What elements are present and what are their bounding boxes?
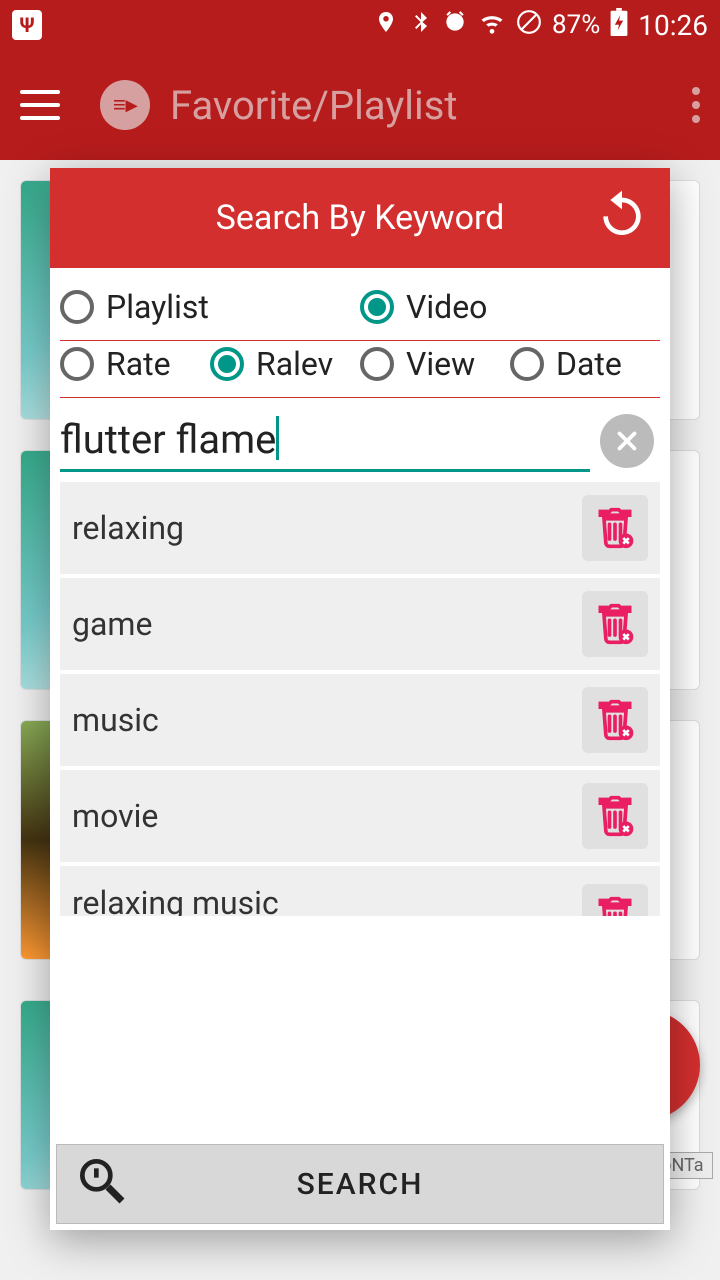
delete-icon[interactable]	[582, 591, 648, 657]
radio-label: Date	[556, 345, 622, 383]
history-item[interactable]: relaxing	[60, 482, 660, 574]
delete-icon[interactable]	[582, 687, 648, 753]
search-button-label: SEARCH	[297, 1167, 424, 1202]
history-item[interactable]: music	[60, 674, 660, 766]
usb-icon: Ψ	[12, 10, 42, 40]
radio-ralev[interactable]: Ralev	[210, 345, 360, 383]
wifi-icon	[478, 8, 506, 43]
search-input-wrap	[60, 410, 590, 472]
no-sim-icon	[516, 9, 542, 42]
radio-label: Video	[406, 288, 487, 326]
type-radio-group: Playlist Video	[60, 284, 660, 341]
battery-percentage: 87%	[552, 10, 600, 40]
search-button[interactable]: SEARCH	[56, 1144, 664, 1224]
app-logo-icon: ≡▸	[100, 80, 150, 130]
history-item-label: relaxing music	[72, 884, 279, 916]
delete-icon[interactable]	[582, 884, 648, 916]
search-history-list: relaxing game music movie relaxing music	[50, 472, 670, 1144]
status-bar: Ψ 87% 10:26	[0, 0, 720, 50]
delete-icon[interactable]	[582, 495, 648, 561]
radio-label: Rate	[106, 345, 171, 383]
clear-icon[interactable]	[600, 414, 654, 468]
history-item-label: movie	[72, 797, 158, 835]
page-title: Favorite/Playlist	[170, 82, 457, 129]
dialog-header: Search By Keyword	[50, 168, 670, 268]
text-cursor	[276, 416, 279, 460]
back-icon[interactable]	[594, 186, 650, 246]
search-icon	[73, 1152, 129, 1216]
radio-playlist[interactable]: Playlist	[60, 288, 360, 326]
search-input[interactable]	[60, 410, 590, 469]
app-bar: ≡▸ Favorite/Playlist	[0, 50, 720, 160]
history-item[interactable]: relaxing music	[60, 866, 660, 916]
history-item-label: relaxing	[72, 509, 184, 547]
history-item-label: music	[72, 701, 159, 739]
radio-label: View	[406, 345, 475, 383]
alarm-icon	[442, 9, 468, 42]
radio-label: Playlist	[106, 288, 209, 326]
bluetooth-icon	[408, 10, 432, 41]
menu-icon[interactable]	[20, 90, 60, 120]
radio-rate[interactable]: Rate	[60, 345, 210, 383]
radio-date[interactable]: Date	[510, 345, 660, 383]
sort-radio-group: Rate Ralev View Date	[60, 341, 660, 398]
radio-view[interactable]: View	[360, 345, 510, 383]
battery-charging-icon	[610, 8, 628, 43]
more-icon[interactable]	[692, 87, 700, 123]
clock-time: 10:26	[638, 9, 708, 42]
radio-video[interactable]: Video	[360, 288, 660, 326]
history-item[interactable]: movie	[60, 770, 660, 862]
delete-icon[interactable]	[582, 783, 648, 849]
radio-label: Ralev	[256, 345, 333, 383]
search-dialog: Search By Keyword Playlist Video Rate Ra…	[50, 168, 670, 1230]
history-item[interactable]: game	[60, 578, 660, 670]
history-item-label: game	[72, 605, 152, 643]
location-icon	[374, 10, 398, 41]
dialog-title: Search By Keyword	[216, 198, 505, 238]
